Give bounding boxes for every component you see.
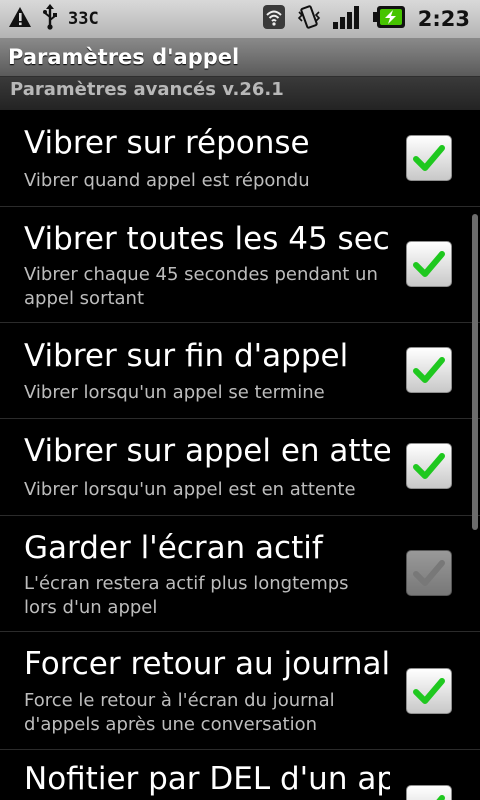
pref-summary: Vibrer quand appel est répondu xyxy=(24,170,310,191)
page-title: Paramètres d'appel xyxy=(8,45,240,69)
usb-icon xyxy=(42,4,58,34)
pref-title: Vibrer sur appel en attente xyxy=(24,433,390,469)
status-bar-left: 33C xyxy=(8,0,99,38)
status-bar-right: 2:23 xyxy=(262,0,470,38)
pref-force-return-to-log[interactable]: Forcer retour au journal Force le retour… xyxy=(0,631,480,750)
pref-checkbox[interactable] xyxy=(406,785,452,800)
pref-summary: Vibrer chaque 45 secondes pendant un app… xyxy=(24,264,378,309)
pref-vibrate-on-waiting[interactable]: Vibrer sur appel en attente Vibrer lorsq… xyxy=(0,418,480,516)
pref-title: Vibrer sur fin d'appel xyxy=(24,338,349,374)
pref-checkbox[interactable] xyxy=(406,347,452,393)
warning-icon xyxy=(8,6,32,32)
wifi-icon xyxy=(262,4,286,34)
pref-summary: Vibrer lorsqu'un appel se termine xyxy=(24,382,325,403)
scrollbar[interactable] xyxy=(472,214,478,530)
pref-checkbox[interactable] xyxy=(406,443,452,489)
battery-charging-icon xyxy=(372,4,408,34)
pref-vibrate-on-answer[interactable]: Vibrer sur réponse Vibrer quand appel es… xyxy=(0,110,480,207)
pref-notify-led[interactable]: Nofitier par DEL d'un appel xyxy=(0,749,480,800)
pref-summary: L'écran restera actif plus longtemps lor… xyxy=(24,573,349,618)
pref-checkbox[interactable] xyxy=(406,668,452,714)
section-header-label: Paramètres avancés v.26.1 xyxy=(10,79,284,100)
temperature-label: 33C xyxy=(68,9,99,29)
title-bar: Paramètres d'appel xyxy=(0,38,480,77)
pref-title: Nofitier par DEL d'un appel xyxy=(24,761,390,797)
pref-keep-screen-on[interactable]: Garder l'écran actif L'écran restera act… xyxy=(0,515,480,632)
clock: 2:23 xyxy=(417,7,470,31)
pref-vibrate-every-45s[interactable]: Vibrer toutes les 45 secondes Vibrer cha… xyxy=(0,206,480,323)
pref-checkbox[interactable] xyxy=(406,135,452,181)
pref-title: Garder l'écran actif xyxy=(24,530,323,566)
pref-title: Vibrer toutes les 45 secondes xyxy=(24,221,390,257)
pref-title: Forcer retour au journal xyxy=(24,646,390,682)
preferences-list[interactable]: Paramètres avancés v.26.1 Vibrer sur rép… xyxy=(0,77,480,800)
pref-title: Vibrer sur réponse xyxy=(24,125,310,161)
pref-checkbox[interactable] xyxy=(406,241,452,287)
pref-checkbox-disabled xyxy=(406,550,452,596)
pref-summary: Force le retour à l'écran du journal d'a… xyxy=(24,690,335,735)
status-bar: 33C 2:23 xyxy=(0,0,480,39)
signal-icon xyxy=(332,4,362,34)
pref-summary: Vibrer lorsqu'un appel est en attente xyxy=(24,479,356,500)
pref-vibrate-on-end[interactable]: Vibrer sur fin d'appel Vibrer lorsqu'un … xyxy=(0,322,480,419)
vibrate-icon xyxy=(296,4,322,34)
section-header: Paramètres avancés v.26.1 xyxy=(0,77,480,110)
